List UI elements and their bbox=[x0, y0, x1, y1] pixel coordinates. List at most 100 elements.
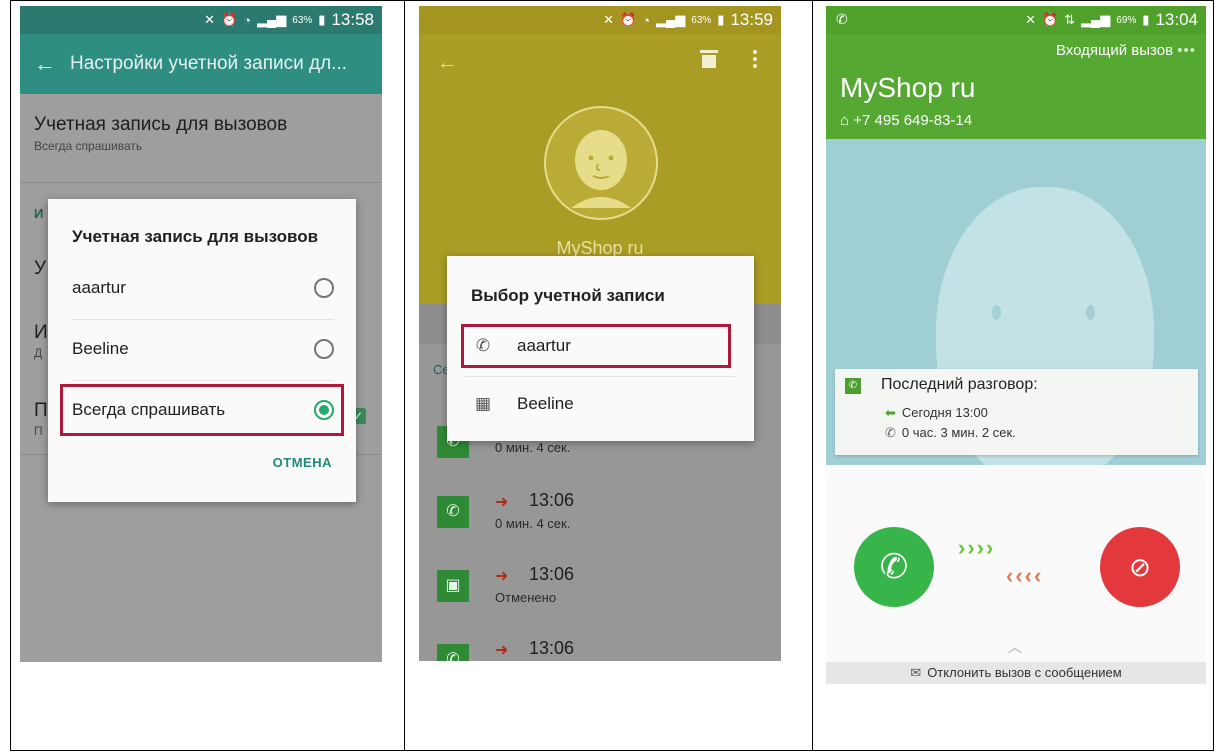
cancel-button[interactable]: ОТМЕНА bbox=[273, 455, 332, 470]
envelope-icon: ✉ bbox=[910, 665, 922, 680]
home-icon: ⌂ bbox=[840, 112, 850, 129]
account-label: Beeline bbox=[517, 394, 574, 413]
battery-icon: ▮ bbox=[318, 12, 326, 27]
table-divider bbox=[404, 0, 405, 751]
highlight-box bbox=[60, 384, 344, 436]
account-dialog: Учетная запись для вызовов aaartur Beeli… bbox=[48, 199, 356, 502]
sim-card-icon: ▦ bbox=[474, 394, 492, 413]
setting-title: Учетная запись для вызовов bbox=[34, 114, 288, 135]
reject-with-message-label: Отклонить вызов с сообщением bbox=[927, 665, 1122, 680]
setting-partial-sub: П bbox=[34, 424, 43, 438]
phone-contact-screen: ✕ ⏰ ◔ ▂▄▆ 63% ▮ 13:59 ← MyShop ru Се ✆ 0… bbox=[419, 6, 781, 661]
signal-icon: ▂▄▆ bbox=[1081, 12, 1111, 27]
wifi-icon: ◔ bbox=[642, 12, 651, 28]
last-call-title: Последний разговор: bbox=[881, 376, 1038, 393]
phone-settings-screen: ✕ ⏰ ◔ ▂▄▆ 63% ▮ 13:58 ← Настройки учетно… bbox=[20, 6, 382, 662]
radio-button[interactable] bbox=[314, 278, 334, 298]
alarm-icon: ⏰ bbox=[1041, 12, 1059, 27]
table-divider bbox=[812, 0, 813, 751]
more-vert-icon[interactable] bbox=[753, 50, 759, 71]
setting-partial[interactable]: У bbox=[34, 258, 46, 280]
setting-subtitle: Всегда спрашивать bbox=[34, 139, 143, 153]
status-bar: ✆ ✕ ⏰ ⇅ ▂▄▆ 69% ▮ 13:04 bbox=[826, 6, 1206, 34]
contact-avatar bbox=[544, 106, 658, 220]
call-log-row[interactable]: ✆ ➜ 13:06 0 мин. 4 сек. bbox=[437, 490, 767, 550]
call-time: 13:06 bbox=[529, 638, 575, 658]
app-bar: ← Настройки учетной записи дл... bbox=[20, 34, 382, 94]
status-bar: ✕ ⏰ ◔ ▂▄▆ 63% ▮ 13:58 bbox=[20, 6, 382, 34]
outgoing-arrow-icon: ➜ bbox=[495, 642, 509, 659]
call-indicator-icon: ✆ bbox=[836, 11, 848, 27]
option-label: Beeline bbox=[72, 339, 129, 358]
caller-header: Входящий вызов ••• MyShop ru ⌂ +7 495 64… bbox=[826, 34, 1206, 139]
last-call-duration-text: 0 час. 3 мин. 2 сек. bbox=[901, 425, 1016, 440]
battery-percent: 63% bbox=[691, 14, 712, 26]
divider bbox=[20, 182, 382, 183]
reject-with-message-button[interactable]: ✉ Отклонить вызов с сообщением bbox=[826, 662, 1206, 684]
highlight-box bbox=[461, 324, 731, 368]
signal-icon: ▂▄▆ bbox=[257, 12, 287, 27]
battery-icon: ▮ bbox=[1142, 12, 1150, 27]
section-header: И bbox=[34, 206, 44, 221]
clock: 13:58 bbox=[331, 10, 374, 29]
mute-icon: ✕ bbox=[1025, 12, 1036, 27]
phone-incoming-call-screen: ✆ ✕ ⏰ ⇅ ▂▄▆ 69% ▮ 13:04 Входящий вызов •… bbox=[826, 6, 1206, 684]
outgoing-arrow-icon: ➜ bbox=[495, 568, 509, 585]
last-call-when-text: Сегодня 13:00 bbox=[901, 405, 988, 420]
avatar-eye bbox=[1086, 305, 1095, 320]
clock: 13:59 bbox=[730, 10, 773, 29]
phone-icon: ✆ bbox=[437, 496, 469, 528]
call-time: 13:06 bbox=[529, 490, 575, 510]
alarm-icon: ⏰ bbox=[620, 12, 637, 27]
battery-icon: ▮ bbox=[717, 12, 725, 27]
last-call-when: ⬅ Сегодня 13:00 bbox=[885, 405, 988, 421]
caller-number-row: ⌂ +7 495 649-83-14 bbox=[840, 112, 972, 129]
incoming-arrow-icon: ⬅ bbox=[885, 405, 896, 420]
back-arrow-icon[interactable]: ← bbox=[20, 51, 70, 77]
call-duration: 0 мин. 4 сек. bbox=[495, 516, 571, 531]
accept-call-button[interactable]: ✆ bbox=[854, 527, 934, 607]
account-beeline[interactable]: ▦ Beeline bbox=[471, 376, 731, 432]
account-picker-dialog: Выбор учетной записи ✆ aaartur ▦ Beeline bbox=[447, 256, 754, 441]
call-time: 13:06 bbox=[529, 564, 575, 584]
battery-percent: 69% bbox=[1116, 14, 1137, 26]
caller-name: MyShop ru bbox=[840, 72, 976, 103]
chevron-up-icon[interactable]: ︿ bbox=[1008, 637, 1022, 657]
phone-icon: ✆ bbox=[437, 644, 469, 661]
setting-partial[interactable]: И bbox=[34, 322, 48, 344]
mute-icon: ✕ bbox=[204, 12, 216, 27]
call-actions: ✆ ›››› ‹‹‹‹ ⊘ ︿ ✉ Отклонить вызов с сообщ… bbox=[826, 465, 1206, 684]
avatar-eye bbox=[992, 305, 1001, 320]
setting-call-account[interactable]: Учетная запись для вызовов Всегда спраши… bbox=[34, 114, 287, 153]
alarm-icon: ⏰ bbox=[221, 12, 238, 27]
data-icon: ⇅ bbox=[1064, 12, 1076, 27]
wifi-icon: ◔ bbox=[243, 12, 252, 28]
contact-card-icon: ▣ bbox=[437, 570, 469, 602]
reject-call-button[interactable]: ⊘ bbox=[1100, 527, 1180, 607]
setting-partial[interactable]: П bbox=[34, 400, 48, 422]
caller-number: +7 495 649-83-14 bbox=[853, 112, 973, 129]
battery-percent: 63% bbox=[292, 14, 313, 26]
option-label: aaartur bbox=[72, 278, 126, 297]
outgoing-arrow-icon: ➜ bbox=[495, 494, 509, 511]
dots-icon: ••• bbox=[1177, 42, 1196, 59]
app-bar-title: Настройки учетной записи дл... bbox=[70, 53, 348, 74]
incoming-call-label: Входящий вызов ••• bbox=[1056, 42, 1196, 59]
dialog-title: Выбор учетной записи bbox=[471, 286, 665, 305]
option-beeline[interactable]: Beeline bbox=[72, 320, 334, 378]
incoming-text: Входящий вызов bbox=[1055, 42, 1174, 59]
call-log-row[interactable]: ✆ ➜ 13:06 bbox=[437, 638, 767, 661]
signal-icon: ▂▄▆ bbox=[656, 12, 686, 27]
dialog-title: Учетная запись для вызовов bbox=[72, 227, 319, 246]
call-log-row[interactable]: ▣ ➜ 13:06 Отменено bbox=[437, 564, 767, 624]
setting-partial-sub: Д bbox=[34, 346, 43, 360]
trash-icon[interactable] bbox=[700, 50, 718, 68]
swipe-right-icon: ›››› bbox=[958, 535, 996, 560]
status-bar: ✕ ⏰ ◔ ▂▄▆ 63% ▮ 13:59 bbox=[419, 6, 781, 34]
radio-button[interactable] bbox=[314, 339, 334, 359]
phone-icon: ✆ bbox=[845, 378, 861, 394]
back-arrow-icon[interactable]: ← bbox=[437, 52, 457, 75]
option-aaartur[interactable]: aaartur bbox=[72, 259, 334, 317]
last-call-duration: ✆ 0 час. 3 мин. 2 сек. bbox=[885, 425, 1016, 441]
swipe-left-icon: ‹‹‹‹ bbox=[1006, 563, 1044, 588]
